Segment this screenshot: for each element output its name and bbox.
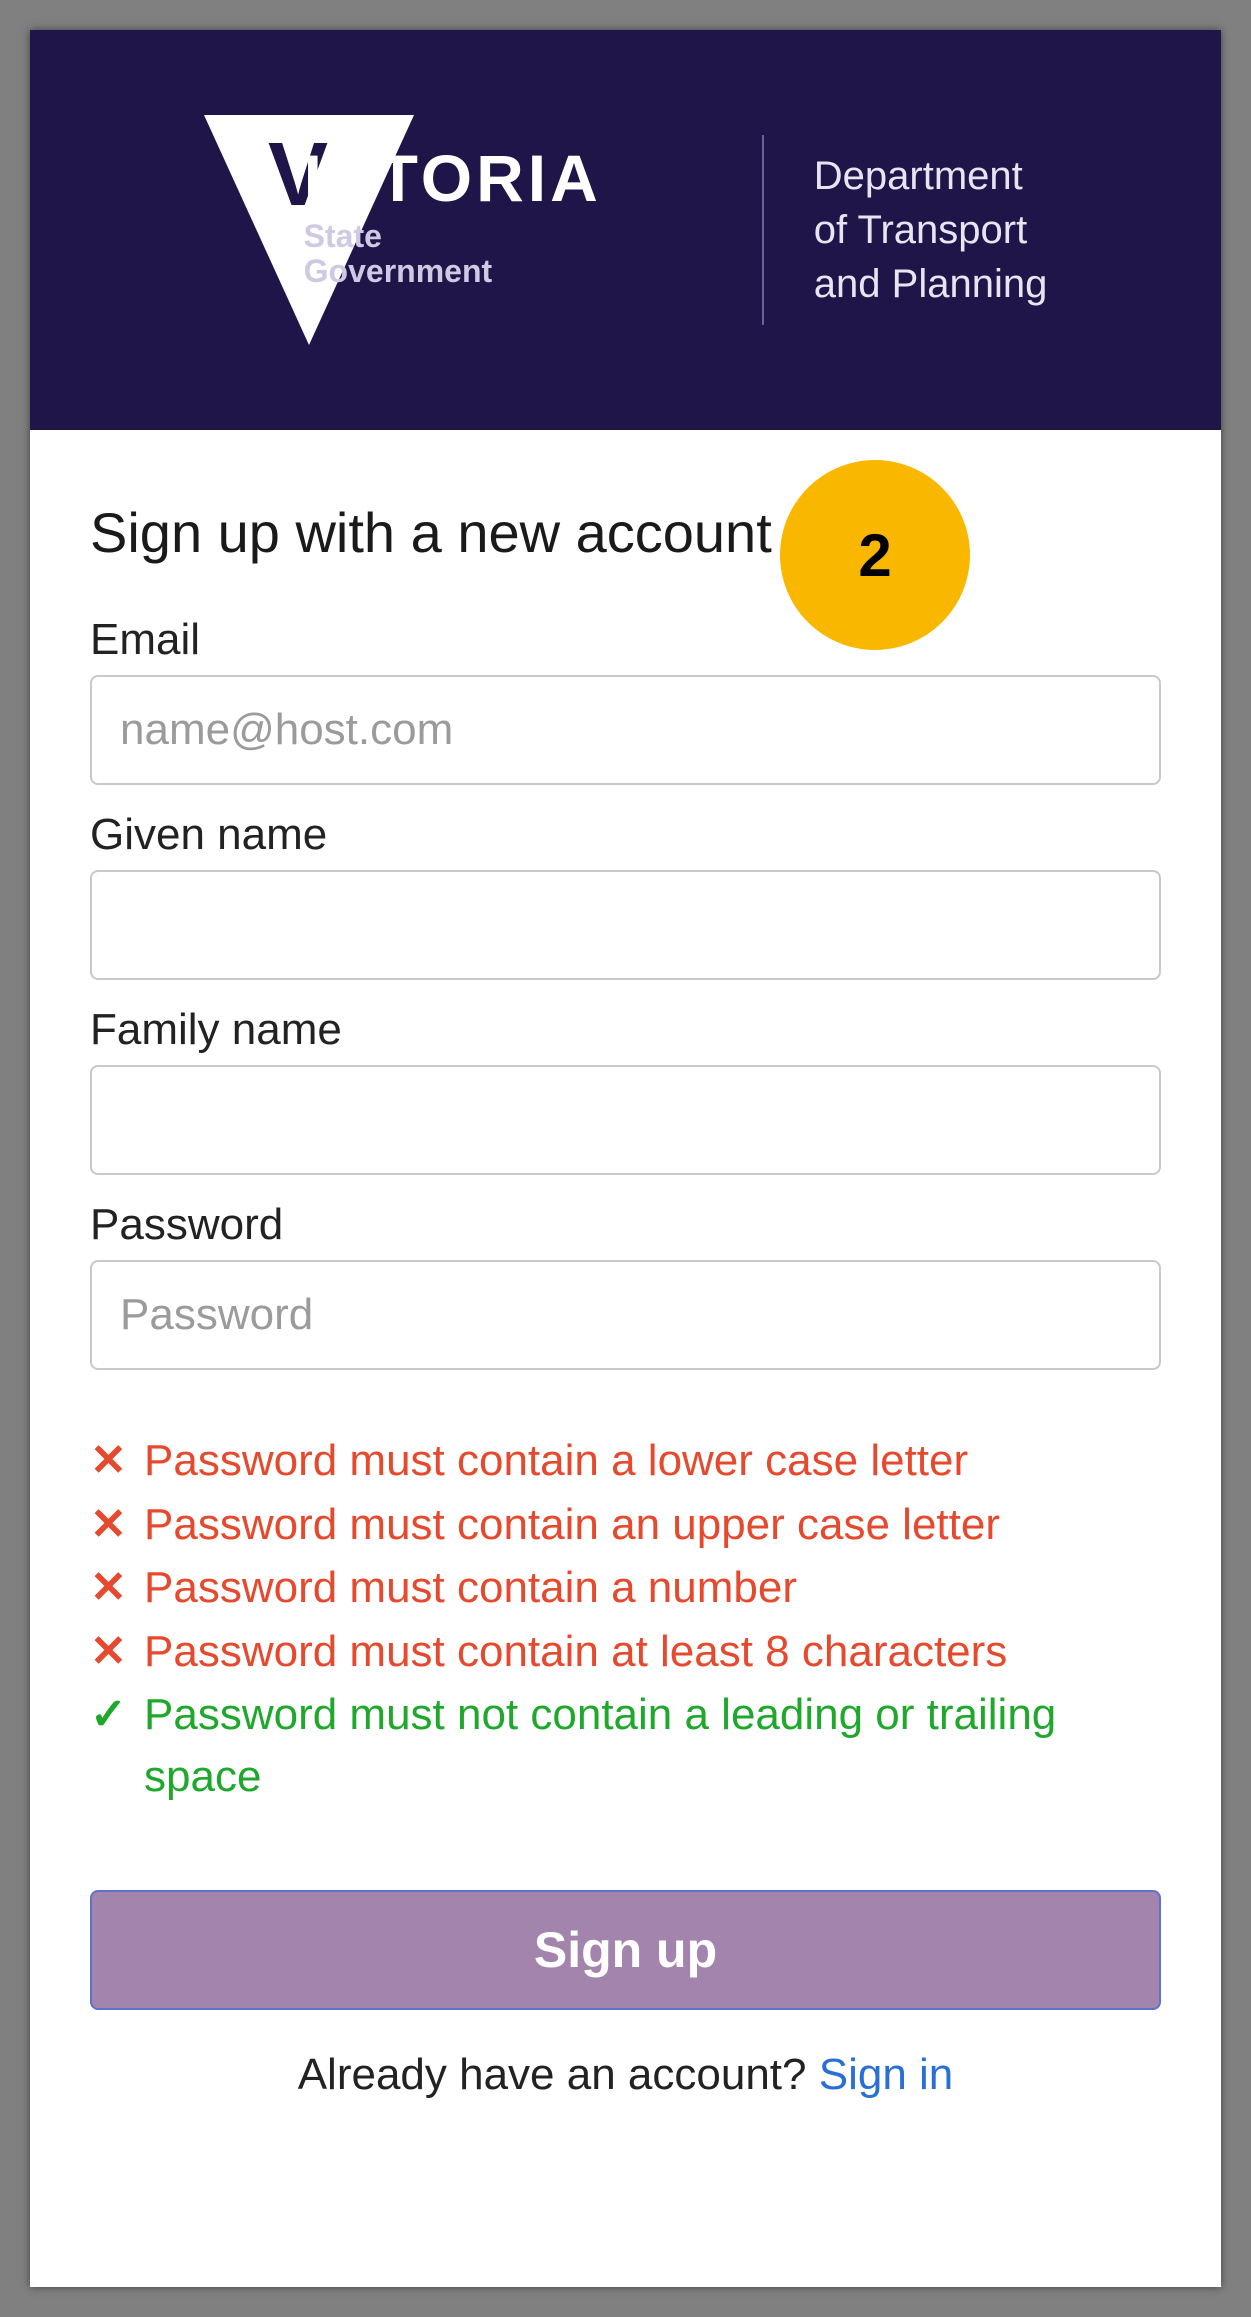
password-rule: ✓Password must not contain a leading or … xyxy=(90,1684,1161,1807)
password-rule: ✕Password must contain a number xyxy=(90,1557,1161,1619)
family-name-label: Family name xyxy=(90,1005,1161,1055)
given-name-label: Given name xyxy=(90,810,1161,860)
check-icon: ✓ xyxy=(90,1684,134,1746)
step-number: 2 xyxy=(858,521,891,590)
password-input[interactable] xyxy=(90,1260,1161,1370)
header-banner: V ICTORIA State Government Department of… xyxy=(30,30,1221,430)
password-rule-text: Password must not contain a leading or t… xyxy=(144,1684,1161,1807)
password-rule: ✕Password must contain at least 8 charac… xyxy=(90,1621,1161,1683)
signin-prompt: Already have an account? Sign in xyxy=(90,2050,1161,2100)
family-name-input[interactable] xyxy=(90,1065,1161,1175)
page-title: Sign up with a new account xyxy=(90,500,1161,565)
password-rule-text: Password must contain a lower case lette… xyxy=(144,1430,968,1492)
logo-text-sub2: Government xyxy=(304,254,602,289)
cross-icon: ✕ xyxy=(90,1557,134,1619)
password-rule: ✕Password must contain an upper case let… xyxy=(90,1494,1161,1556)
cross-icon: ✕ xyxy=(90,1494,134,1556)
password-rule: ✕Password must contain a lower case lett… xyxy=(90,1430,1161,1492)
password-rules: ✕Password must contain a lower case lett… xyxy=(90,1430,1161,1808)
password-label: Password xyxy=(90,1200,1161,1250)
department-name: Department of Transport and Planning xyxy=(814,149,1048,311)
signin-prompt-text: Already have an account? xyxy=(298,2050,819,2099)
cross-icon: ✕ xyxy=(90,1430,134,1492)
password-rule-text: Password must contain an upper case lett… xyxy=(144,1494,1000,1556)
logo-text-main: ICTORIA xyxy=(304,145,602,211)
logo-text-sub1: State xyxy=(304,219,602,254)
victoria-logo: V ICTORIA State Government xyxy=(204,115,712,345)
email-label: Email xyxy=(90,615,1161,665)
header-divider xyxy=(762,135,764,325)
password-rule-text: Password must contain at least 8 charact… xyxy=(144,1621,1007,1683)
password-rule-text: Password must contain a number xyxy=(144,1557,797,1619)
step-callout-badge: 2 xyxy=(780,460,970,650)
email-input[interactable] xyxy=(90,675,1161,785)
cross-icon: ✕ xyxy=(90,1621,134,1683)
signup-card: V ICTORIA State Government Department of… xyxy=(30,30,1221,2287)
given-name-input[interactable] xyxy=(90,870,1161,980)
signup-button[interactable]: Sign up xyxy=(90,1890,1161,2010)
signin-link[interactable]: Sign in xyxy=(819,2050,954,2099)
